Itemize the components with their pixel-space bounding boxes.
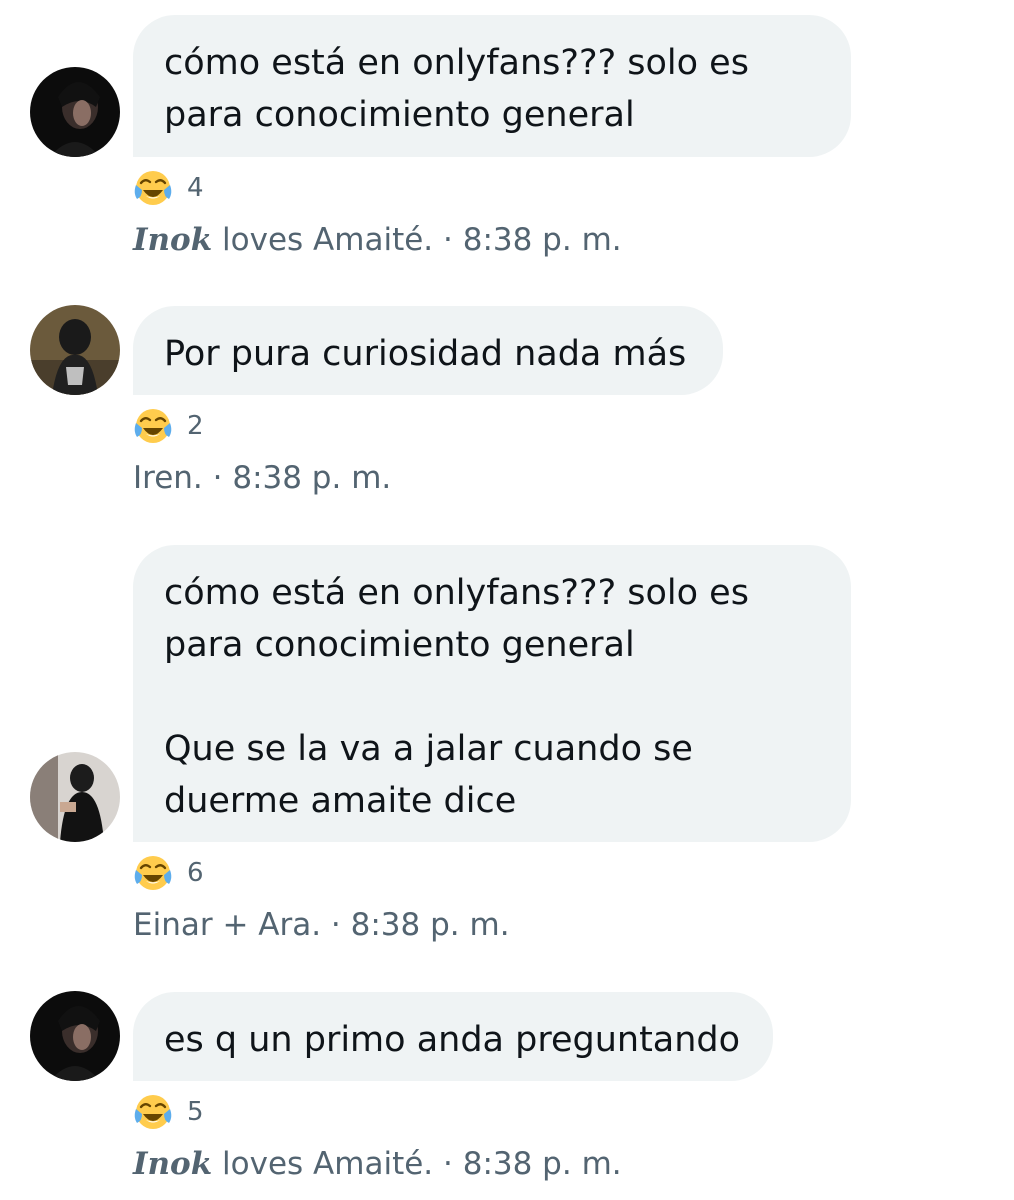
avatar-image: [30, 752, 120, 842]
reaction-count: 2: [187, 411, 204, 441]
timestamp: 8:38 p. m.: [462, 222, 622, 258]
reaction[interactable]: 5: [133, 1092, 204, 1132]
message-meta: Inok loves Amaité. · 8:38 p. m.: [133, 1146, 622, 1182]
reaction-count: 5: [187, 1097, 204, 1127]
timestamp: 8:38 p. m.: [350, 907, 510, 943]
avatar-iren[interactable]: [30, 305, 120, 395]
separator: ·: [202, 460, 233, 496]
message-bubble[interactable]: cómo está en onlyfans??? solo es para co…: [133, 15, 851, 157]
sender-name: Einar + Ara.: [133, 907, 322, 943]
message-meta: Iren. · 8:38 p. m.: [133, 460, 391, 496]
reaction[interactable]: 2: [133, 406, 204, 446]
face-with-tears-of-joy-icon: [133, 1092, 173, 1132]
face-with-tears-of-joy-icon: [133, 168, 173, 208]
sender-name: Iren.: [133, 460, 203, 496]
reaction-count: 6: [187, 858, 204, 888]
face-with-tears-of-joy-icon: [133, 853, 173, 893]
avatar-image: [30, 67, 120, 157]
reaction-count: 4: [187, 173, 204, 203]
avatar-image: [30, 991, 120, 1081]
avatar-inok[interactable]: [30, 67, 120, 157]
message-bubble[interactable]: Por pura curiosidad nada más: [133, 306, 723, 395]
message-bubble[interactable]: es q un primo anda preguntando: [133, 992, 773, 1081]
timestamp: 8:38 p. m.: [232, 460, 392, 496]
sender-name: loves Amaité.: [212, 1146, 434, 1182]
separator: ·: [433, 1146, 463, 1182]
avatar-image: [30, 305, 120, 395]
reaction[interactable]: 4: [133, 168, 204, 208]
reaction[interactable]: 6: [133, 853, 204, 893]
avatar-inok[interactable]: [30, 991, 120, 1081]
avatar-einar[interactable]: [30, 752, 120, 842]
message-bubble[interactable]: cómo está en onlyfans??? solo es para co…: [133, 545, 851, 842]
message-meta: Inok loves Amaité. · 8:38 p. m.: [133, 222, 622, 258]
sender-name-styled: Inok: [133, 1146, 213, 1182]
separator: ·: [321, 907, 351, 943]
sender-name-styled: Inok: [133, 222, 213, 258]
face-with-tears-of-joy-icon: [133, 406, 173, 446]
sender-name: loves Amaité.: [212, 222, 434, 258]
separator: ·: [433, 222, 463, 258]
message-meta: Einar + Ara. · 8:38 p. m.: [133, 907, 510, 943]
timestamp: 8:38 p. m.: [462, 1146, 622, 1182]
